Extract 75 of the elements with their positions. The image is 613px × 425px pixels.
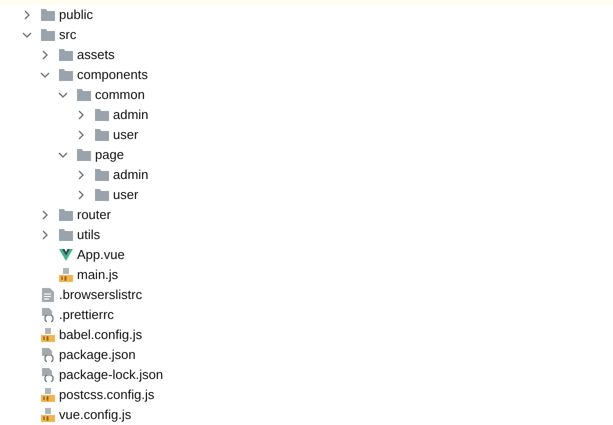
- tree-item[interactable]: vue.config.js: [0, 405, 613, 425]
- tree-item[interactable]: src: [0, 25, 613, 45]
- tree-item[interactable]: babel.config.js: [0, 325, 613, 345]
- item-name: main.js: [77, 266, 118, 284]
- v-logo-icon: [59, 249, 73, 261]
- tree-item[interactable]: components: [0, 65, 613, 85]
- chevron-down-icon[interactable]: [40, 70, 50, 80]
- chevron-down-icon[interactable]: [58, 150, 68, 160]
- tree-item[interactable]: user: [0, 125, 613, 145]
- folder-icon: [95, 109, 109, 121]
- js-file-icon: [59, 268, 73, 282]
- chevron-right-icon[interactable]: [76, 110, 86, 120]
- folder-icon: [95, 189, 109, 201]
- item-name: router: [77, 206, 111, 224]
- tree-item[interactable]: package-lock.json: [0, 365, 613, 385]
- tree-item[interactable]: package.json: [0, 345, 613, 365]
- item-name: admin: [113, 166, 148, 184]
- tree-item[interactable]: user: [0, 185, 613, 205]
- tree-item[interactable]: utils: [0, 225, 613, 245]
- folder-icon: [77, 149, 91, 161]
- item-name: page: [95, 146, 124, 164]
- item-name: common: [95, 86, 145, 104]
- chevron-right-icon[interactable]: [40, 50, 50, 60]
- tree-item[interactable]: postcss.config.js: [0, 385, 613, 405]
- item-name: utils: [77, 226, 100, 244]
- tree-item[interactable]: common: [0, 85, 613, 105]
- item-name: package-lock.json: [59, 366, 164, 384]
- tree-item[interactable]: admin: [0, 105, 613, 125]
- folder-icon: [95, 129, 109, 141]
- item-name: admin: [113, 106, 148, 124]
- tree-item[interactable]: .prettierrc: [0, 305, 613, 325]
- item-name: .browserslistrc: [59, 286, 142, 304]
- folder-icon: [77, 89, 91, 101]
- item-name: src: [59, 26, 76, 44]
- item-name: App.vue: [77, 246, 125, 264]
- folder-icon: [59, 49, 73, 61]
- item-name: assets: [77, 46, 115, 64]
- folder-icon: [59, 229, 73, 241]
- folder-icon: [95, 169, 109, 181]
- folder-icon: [59, 209, 73, 221]
- item-name: public: [59, 6, 93, 24]
- item-name: .prettierrc: [59, 306, 114, 324]
- chevron-right-icon[interactable]: [76, 130, 86, 140]
- item-name: postcss.config.js: [59, 386, 154, 404]
- js-file-icon: [41, 328, 55, 342]
- chevron-right-icon[interactable]: [76, 190, 86, 200]
- json-file-icon: [41, 308, 55, 322]
- tree-item[interactable]: router: [0, 205, 613, 225]
- chevron-right-icon[interactable]: [76, 170, 86, 180]
- item-name: babel.config.js: [59, 326, 142, 344]
- js-file-icon: [41, 388, 55, 402]
- item-name: user: [113, 126, 138, 144]
- folder-icon: [41, 29, 55, 41]
- tree-item[interactable]: page: [0, 145, 613, 165]
- json-file-icon: [41, 348, 55, 362]
- item-name: package.json: [59, 346, 136, 364]
- tree-item[interactable]: main.js: [0, 265, 613, 285]
- js-file-icon: [41, 408, 55, 422]
- tree-item[interactable]: public: [0, 5, 613, 25]
- tree-item[interactable]: assets: [0, 45, 613, 65]
- folder-icon: [59, 69, 73, 81]
- folder-icon: [41, 9, 55, 21]
- item-name: components: [77, 66, 148, 84]
- chevron-right-icon[interactable]: [22, 10, 32, 20]
- chevron-right-icon[interactable]: [40, 230, 50, 240]
- item-name: user: [113, 186, 138, 204]
- json-file-icon: [41, 368, 55, 382]
- chevron-right-icon[interactable]: [40, 210, 50, 220]
- tree-item[interactable]: App.vue: [0, 245, 613, 265]
- item-name: vue.config.js: [59, 406, 132, 424]
- tree-item[interactable]: .browserslistrc: [0, 285, 613, 305]
- chevron-down-icon[interactable]: [58, 90, 68, 100]
- text-file-icon: [42, 288, 54, 302]
- tree-item[interactable]: admin: [0, 165, 613, 185]
- chevron-down-icon[interactable]: [22, 30, 32, 40]
